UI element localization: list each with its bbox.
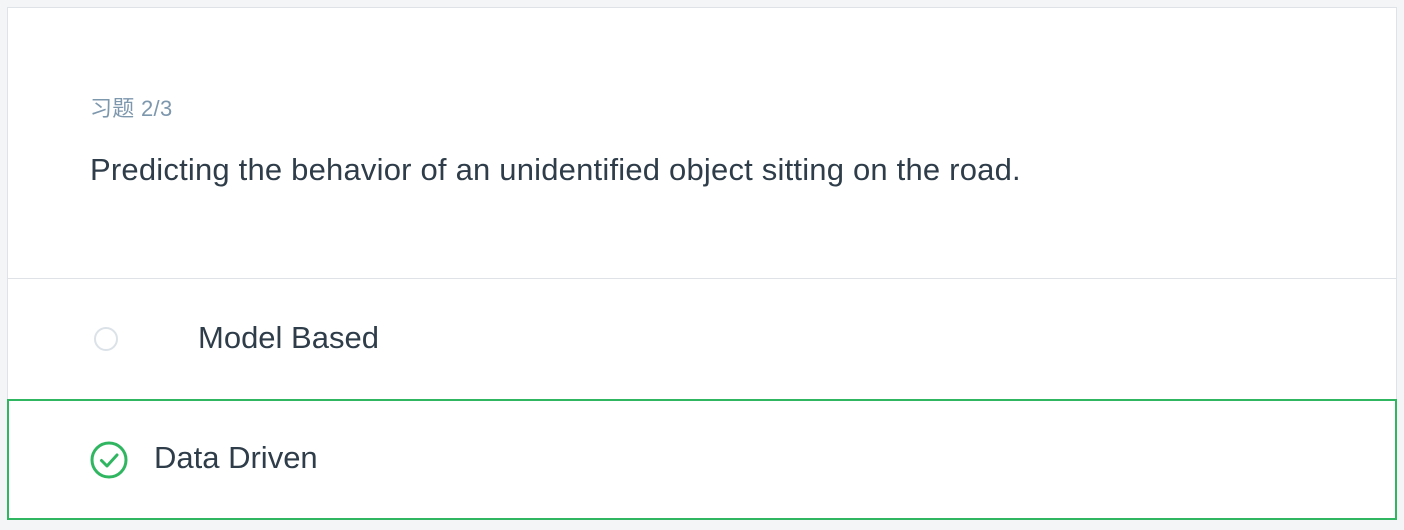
- option-data-driven[interactable]: Data Driven: [7, 399, 1397, 520]
- question-text: Predicting the behavior of an unidentifi…: [90, 152, 1021, 187]
- radio-empty-icon[interactable]: [94, 327, 118, 351]
- check-circle-icon[interactable]: [89, 440, 129, 480]
- question-panel: 习题 2/3 Predicting the behavior of an uni…: [8, 8, 1396, 279]
- question-counter: 习题 2/3: [90, 96, 173, 121]
- option-label: Data Driven: [154, 440, 318, 475]
- option-model-based[interactable]: Model Based: [8, 279, 1396, 399]
- quiz-card: 习题 2/3 Predicting the behavior of an uni…: [7, 7, 1397, 520]
- option-label: Model Based: [198, 320, 379, 355]
